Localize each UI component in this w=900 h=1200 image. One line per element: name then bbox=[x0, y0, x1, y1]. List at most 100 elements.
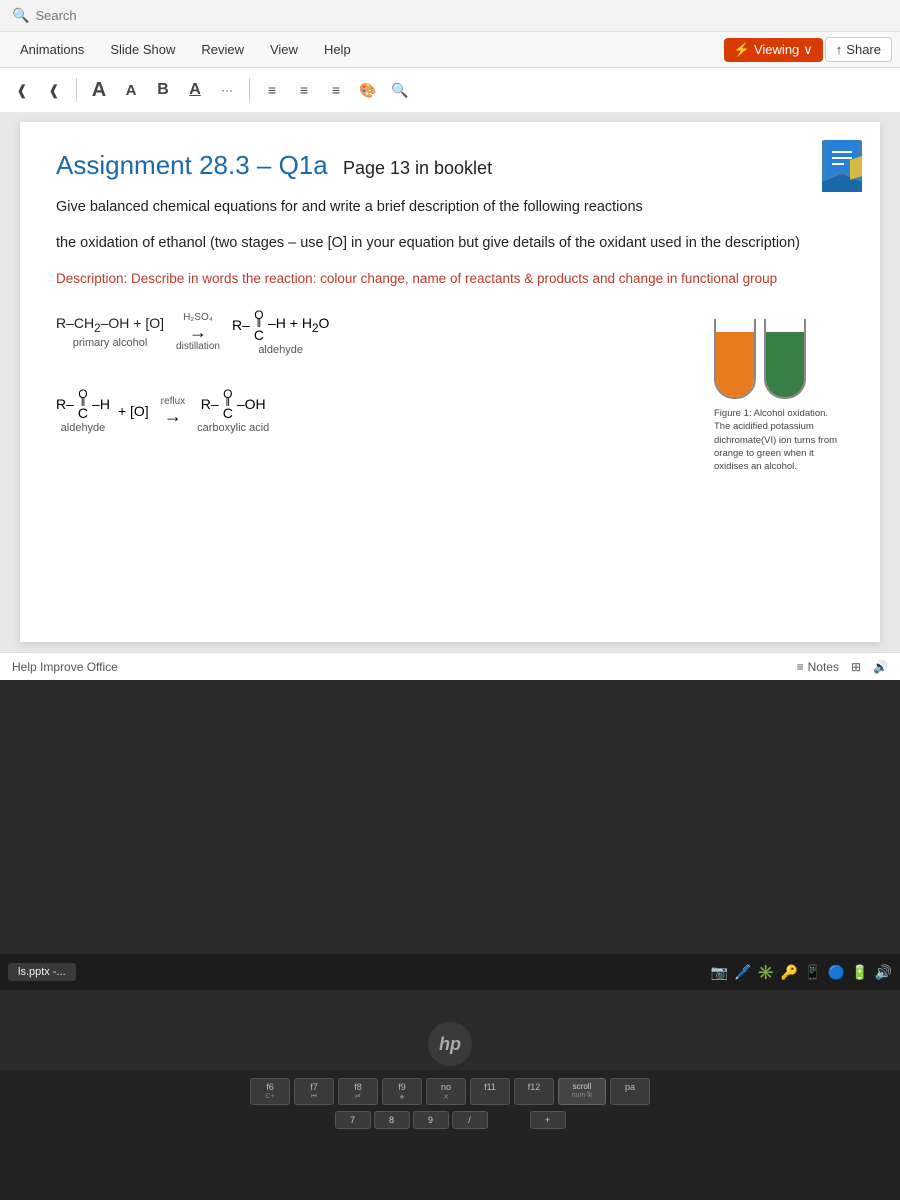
page-ref: Page 13 in booklet bbox=[343, 158, 492, 178]
tray-icon-4[interactable]: 🔑 bbox=[781, 964, 798, 981]
eq1-left-formula: R–CH2–OH + [O] bbox=[56, 315, 164, 335]
key-plus[interactable]: + bbox=[530, 1111, 566, 1129]
tab-review[interactable]: Review bbox=[189, 36, 256, 63]
tray-icon-5[interactable]: 📱 bbox=[804, 964, 821, 981]
key-f10[interactable]: no ✕ bbox=[426, 1078, 466, 1105]
num-row: 7 8 9 / + bbox=[20, 1111, 880, 1129]
hp-text: hp bbox=[428, 1022, 472, 1066]
key-f6[interactable]: f6 C+ bbox=[250, 1078, 290, 1105]
key-9[interactable]: 9 bbox=[413, 1111, 449, 1129]
eq1-condition: H₂SO₄ → distillation bbox=[176, 312, 220, 352]
list3-button[interactable]: ≡ bbox=[322, 76, 350, 104]
key-f11-label: f11 bbox=[484, 1082, 496, 1092]
orange-liquid bbox=[716, 332, 754, 397]
status-right: ≡ Notes ⊞ 🔊 bbox=[797, 660, 888, 674]
title-text: Assignment 28.3 – Q1a bbox=[56, 150, 328, 180]
tab-slideshow[interactable]: Slide Show bbox=[98, 36, 187, 63]
key-7[interactable]: 7 bbox=[335, 1111, 371, 1129]
underline-button[interactable]: A bbox=[181, 76, 209, 104]
key-f7[interactable]: f7 ⏮ bbox=[294, 1078, 334, 1105]
key-f8[interactable]: f8 ⏯ bbox=[338, 1078, 378, 1105]
viewing-icon: ⚡ bbox=[734, 42, 750, 58]
key-spacer bbox=[491, 1111, 527, 1129]
tray-icon-3[interactable]: ✳️ bbox=[757, 964, 774, 981]
ellipsis-button[interactable]: ··· bbox=[213, 76, 241, 104]
notes-icon: ≡ bbox=[797, 660, 804, 674]
color-button[interactable]: 🎨 bbox=[354, 76, 382, 104]
status-bar: Help Improve Office ≡ Notes ⊞ 🔊 bbox=[0, 652, 900, 680]
bookmark-icon bbox=[820, 138, 864, 197]
slide-container: Assignment 28.3 – Q1a Page 13 in booklet… bbox=[0, 112, 900, 652]
figure-block: Figure 1: Alcohol oxidation. The acidifi… bbox=[714, 309, 844, 473]
list-button[interactable]: ≡ bbox=[258, 76, 286, 104]
notes-button[interactable]: ≡ Notes bbox=[797, 660, 839, 674]
eq1-right-group: R– O ‖ C –H + H2O aldehyde bbox=[232, 309, 329, 356]
key-slash[interactable]: / bbox=[452, 1111, 488, 1129]
instruction1: Give balanced chemical equations for and… bbox=[56, 197, 844, 219]
font-small-button[interactable]: A bbox=[117, 76, 145, 104]
key-f11[interactable]: f11 bbox=[470, 1078, 510, 1105]
tray-icon-1[interactable]: 📷 bbox=[711, 964, 728, 981]
bold-button[interactable]: B bbox=[149, 76, 177, 104]
condition-distillation: distillation bbox=[176, 341, 220, 352]
key-f12-label: f12 bbox=[528, 1082, 541, 1092]
description-text: Description: Describe in words the react… bbox=[56, 271, 777, 286]
fn-row: f6 C+ f7 ⏮ f8 ⏯ f9 ★ no ✕ f11 bbox=[20, 1078, 880, 1105]
keyboard-area: f6 C+ f7 ⏮ f8 ⏯ f9 ★ no ✕ f11 bbox=[0, 1070, 900, 1200]
eq1-right-formula: R– O ‖ C –H + H2O bbox=[232, 309, 329, 342]
instruction2-text: the oxidation of ethanol (two stages – u… bbox=[56, 235, 800, 251]
volume-tray-icon[interactable]: 🔊 bbox=[875, 964, 892, 981]
figure-caption: Figure 1: Alcohol oxidation. The acidifi… bbox=[714, 407, 844, 473]
font-large-button[interactable]: A bbox=[85, 76, 113, 104]
share-button[interactable]: ↑ Share bbox=[825, 37, 892, 62]
toolbar: ❰ ❰ A A B A ··· ≡ ≡ ≡ 🎨 🔍 bbox=[0, 68, 900, 112]
help-improve[interactable]: Help Improve Office bbox=[12, 660, 118, 674]
ribbon-tabs: Animations Slide Show Review View Help ⚡… bbox=[0, 32, 900, 68]
description-note: Description: Describe in words the react… bbox=[56, 269, 844, 289]
key-scroll[interactable]: scroll num lk bbox=[558, 1078, 606, 1105]
scroll-sub: num lk bbox=[572, 1092, 593, 1099]
search-toolbar-button[interactable]: 🔍 bbox=[386, 76, 414, 104]
key-f6-sub: C+ bbox=[265, 1093, 274, 1100]
bluetooth-icon[interactable]: 🔵 bbox=[828, 964, 845, 981]
taskbar-pptx[interactable]: ls.pptx -... bbox=[8, 963, 76, 981]
list2-button[interactable]: ≡ bbox=[290, 76, 318, 104]
search-bar[interactable]: 🔍 bbox=[0, 0, 900, 32]
key-f10-sub: ✕ bbox=[443, 1093, 449, 1101]
viewing-button[interactable]: ⚡ Viewing ∨ bbox=[724, 38, 823, 62]
eq2-right-label: carboxylic acid bbox=[197, 422, 269, 434]
eq1-left-group: R–CH2–OH + [O] primary alcohol bbox=[56, 315, 164, 349]
tab-animations[interactable]: Animations bbox=[8, 36, 96, 63]
tab-view[interactable]: View bbox=[258, 36, 310, 63]
separator2 bbox=[249, 78, 250, 102]
test-tubes bbox=[714, 309, 834, 399]
key-pa-label: pa bbox=[625, 1082, 635, 1092]
eq1-row: R–CH2–OH + [O] primary alcohol H₂SO₄ → d… bbox=[56, 309, 690, 356]
tray-icons: 📷 🖊️ ✳️ 🔑 📱 🔵 🔋 🔊 bbox=[711, 964, 893, 981]
key-f12[interactable]: f12 bbox=[514, 1078, 554, 1105]
tube-orange bbox=[714, 319, 756, 399]
search-input[interactable] bbox=[35, 8, 888, 23]
tab-help[interactable]: Help bbox=[312, 36, 363, 63]
eq2-operator: + [O] bbox=[118, 403, 149, 419]
hp-logo: hp bbox=[426, 1020, 474, 1068]
instruction2: the oxidation of ethanol (two stages – u… bbox=[56, 233, 844, 255]
separator bbox=[76, 78, 77, 102]
undo-button[interactable]: ❰ bbox=[8, 76, 36, 104]
search-icon: 🔍 bbox=[12, 7, 29, 24]
key-f9-label: f9 bbox=[398, 1082, 406, 1092]
instruction1-text: Give balanced chemical equations for and… bbox=[56, 199, 643, 215]
slide-title: Assignment 28.3 – Q1a Page 13 in booklet bbox=[56, 150, 844, 181]
tray-icon-2[interactable]: 🖊️ bbox=[734, 964, 751, 981]
key-f9[interactable]: f9 ★ bbox=[382, 1078, 422, 1105]
green-liquid bbox=[766, 332, 804, 397]
volume-icon: 🔊 bbox=[873, 660, 888, 674]
undo2-button[interactable]: ❰ bbox=[40, 76, 68, 104]
key-8[interactable]: 8 bbox=[374, 1111, 410, 1129]
key-f6-label: f6 bbox=[266, 1082, 274, 1092]
key-pa[interactable]: pa bbox=[610, 1078, 650, 1105]
key-f8-label: f8 bbox=[354, 1082, 362, 1092]
view-icon[interactable]: ⊞ bbox=[851, 660, 861, 674]
battery-icon: 🔋 bbox=[851, 964, 868, 981]
scroll-label: scroll bbox=[573, 1082, 592, 1091]
